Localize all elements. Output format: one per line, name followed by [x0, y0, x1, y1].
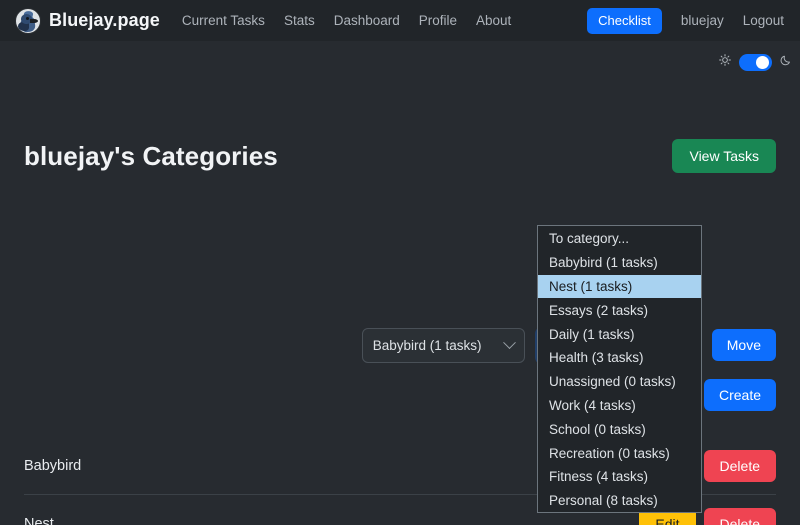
toggle-knob: [756, 55, 769, 69]
dropdown-option[interactable]: To category...: [538, 227, 701, 251]
nav-link-stats[interactable]: Stats: [284, 13, 315, 28]
moon-icon: [780, 53, 792, 71]
dropdown-option[interactable]: Daily (1 tasks): [538, 322, 701, 346]
to-category-dropdown-menu[interactable]: To category... Babybird (1 tasks) Nest (1 …: [537, 225, 702, 513]
nav-link-about[interactable]: About: [476, 13, 511, 28]
navbar-right: Checklist bluejay Logout: [587, 7, 784, 34]
sun-icon: [719, 53, 731, 71]
dropdown-option[interactable]: Fitness (4 tasks): [538, 465, 701, 489]
dropdown-option[interactable]: Work (4 tasks): [538, 394, 701, 418]
dropdown-option[interactable]: Babybird (1 tasks): [538, 251, 701, 275]
dropdown-option[interactable]: Health (3 tasks): [538, 346, 701, 370]
dropdown-option[interactable]: Personal (8 tasks): [538, 489, 701, 513]
nav-links: Current Tasks Stats Dashboard Profile Ab…: [182, 13, 511, 28]
brand[interactable]: Bluejay.page: [15, 7, 160, 34]
page-content: bluejay's Categories View Tasks Babybird…: [0, 137, 800, 525]
theme-toggle-row: [719, 53, 792, 71]
page-title: bluejay's Categories: [24, 140, 278, 171]
nav-logout[interactable]: Logout: [743, 13, 784, 28]
from-category-select[interactable]: Babybird (1 tasks): [361, 327, 525, 363]
nav-username[interactable]: bluejay: [681, 13, 724, 28]
dropdown-option[interactable]: Unassigned (0 tasks): [538, 370, 701, 394]
delete-button[interactable]: Delete: [703, 507, 776, 525]
brand-name: Bluejay.page: [49, 10, 160, 30]
create-button[interactable]: Create: [703, 379, 776, 411]
dropdown-option[interactable]: School (0 tasks): [538, 417, 701, 441]
dropdown-option[interactable]: Nest (1 tasks): [538, 274, 701, 299]
move-button[interactable]: Move: [711, 329, 776, 361]
chevron-down-icon: [502, 335, 516, 349]
nav-link-profile[interactable]: Profile: [419, 13, 457, 28]
dark-mode-toggle[interactable]: [739, 53, 772, 71]
nav-link-dashboard[interactable]: Dashboard: [334, 13, 400, 28]
category-name: Babybird: [24, 457, 82, 474]
navbar: Bluejay.page Current Tasks Stats Dashboa…: [0, 0, 800, 41]
dropdown-option[interactable]: Essays (2 tasks): [538, 298, 701, 322]
delete-button[interactable]: Delete: [703, 449, 776, 482]
checklist-button[interactable]: Checklist: [587, 7, 662, 34]
title-row: bluejay's Categories View Tasks: [24, 137, 776, 175]
category-name: Nest: [24, 515, 54, 525]
bluejay-logo-icon: [15, 7, 41, 34]
view-tasks-button[interactable]: View Tasks: [672, 139, 776, 173]
nav-link-current-tasks[interactable]: Current Tasks: [182, 13, 265, 28]
dropdown-option[interactable]: Recreation (0 tasks): [538, 441, 701, 465]
from-category-value: Babybird (1 tasks): [372, 337, 482, 353]
